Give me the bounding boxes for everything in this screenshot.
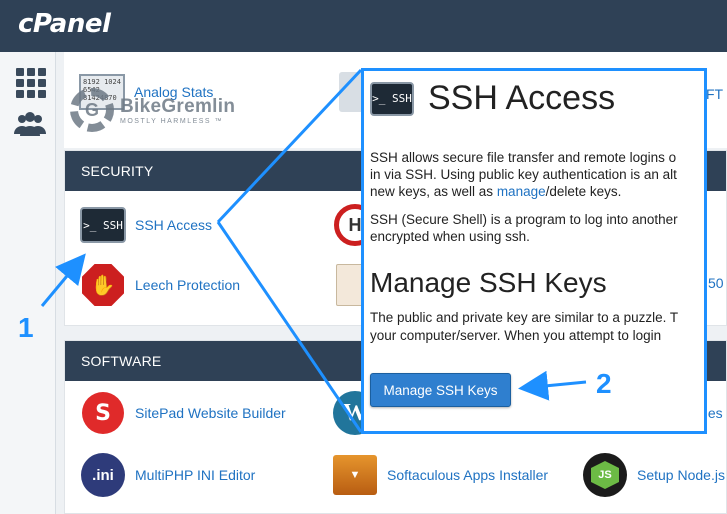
manage-link[interactable]: manage [497,184,546,199]
stop-hand-icon: ✋ [82,264,124,306]
nodejs-icon: JS [583,453,627,497]
partial-edge-label[interactable]: FT [706,86,723,102]
callout-para1-line3: new keys, as well as manage/delete keys. [370,184,622,199]
multiphp-ini-label: MultiPHP INI Editor [135,467,256,483]
ssh-access-item[interactable]: >_ SSH SSH Access [79,203,212,247]
manage-ssh-keys-button[interactable]: Manage SSH Keys [370,373,511,407]
gear-logo-icon: G [70,88,114,132]
callout-para2-line1: SSH (Secure Shell) is a program to log i… [370,212,678,227]
bikegremlin-watermark: G BikeGremlin MOSTLY HARMLESS ™ [70,86,280,134]
callout-para1-line2: in via SSH. Using public key authenticat… [370,167,677,182]
leech-protection-item[interactable]: ✋ Leech Protection [79,263,240,307]
step1-number: 1 [18,312,34,343]
watermark-title: BikeGremlin [120,95,236,117]
sitepad-label: SitePad Website Builder [135,405,286,421]
leech-protection-label: Leech Protection [135,277,241,293]
left-rail [0,52,56,514]
grid-icon[interactable] [12,66,46,98]
cpanel-logo[interactable]: cPanel [18,9,111,39]
softaculous-label: Softaculous Apps Installer [387,467,549,483]
ssh-terminal-icon: >_ SSH [80,207,126,243]
callout-para2-line2: encrypted when using ssh. [370,229,530,244]
top-bar: cPanel [0,0,727,52]
watermark-subtitle: MOSTLY HARMLESS ™ [120,117,224,125]
callout-title: SSH Access [428,79,616,117]
ssh-access-label: SSH Access [135,217,213,233]
ini-file-icon: .ini [81,453,125,497]
step2-number: 2 [596,368,612,399]
callout-para3-line2: your computer/server. When you attempt t… [370,328,662,343]
ssh-access-zoom-callout: >_ SSH SSH Access SSH allows secure file… [361,68,707,434]
callout-para3-line1: The public and private key are similar t… [370,310,679,325]
callout-header: >_ SSH SSH Access [370,79,615,118]
manage-ssh-keys-heading: Manage SSH Keys [370,267,607,298]
multiphp-ini-item[interactable]: .ini MultiPHP INI Editor [79,453,255,497]
sitepad-item[interactable]: S SitePad Website Builder [79,391,286,435]
ssh-terminal-icon: >_ SSH [370,81,414,116]
security-edge-label[interactable]: 50 [708,275,724,291]
softaculous-icon: ▼ [333,455,377,495]
setup-nodejs-label: Setup Node.js [637,467,725,483]
softaculous-item[interactable]: ▼ Softaculous Apps Installer [331,453,548,497]
users-icon[interactable] [12,110,46,138]
setup-nodejs-item[interactable]: JS Setup Node.js [581,453,725,497]
callout-para1-line1: SSH allows secure file transfer and remo… [370,150,677,165]
sitepad-icon: S [82,392,124,434]
